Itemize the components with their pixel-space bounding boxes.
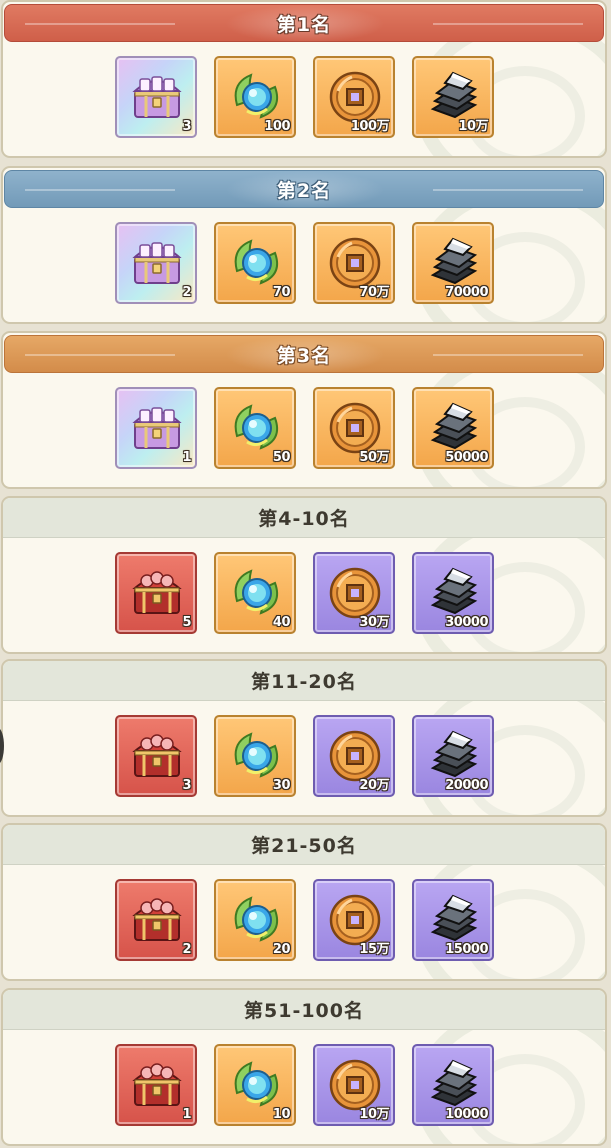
- reward-quantity: 70: [272, 285, 291, 300]
- reward-items-row: 5 40 30万 30000: [115, 552, 494, 634]
- reward-item-slot[interactable]: 20: [214, 879, 296, 961]
- tier-title: 第21-50名: [251, 835, 357, 857]
- reward-quantity: 10万: [359, 1107, 389, 1122]
- reward-item-slot[interactable]: 1: [115, 387, 197, 469]
- reward-item-slot[interactable]: 100: [214, 56, 296, 138]
- reward-item-slot[interactable]: 10: [214, 1044, 296, 1126]
- reward-item-slot[interactable]: 20万: [313, 715, 395, 797]
- tier-banner: 第51-100名: [3, 990, 605, 1030]
- reward-item-slot[interactable]: 10000: [412, 1044, 494, 1126]
- reward-quantity: 2: [182, 285, 191, 300]
- tier-title: 第51-100名: [244, 1000, 364, 1022]
- reward-quantity: 50: [272, 450, 291, 465]
- reward-items-row: 1 50 50万 50000: [115, 387, 494, 469]
- reward-quantity: 50万: [359, 450, 389, 465]
- reward-tier-card: 第1名 3 100 100万 10万: [1, 0, 607, 158]
- tier-title: 第1名: [276, 13, 332, 36]
- reward-quantity: 50000: [445, 450, 488, 465]
- banner-ornament-line: [433, 23, 583, 25]
- tier-banner: 第3名: [4, 335, 604, 374]
- reward-tier-card: 第11-20名 3 30 20万 20000: [1, 659, 607, 817]
- reward-item-slot[interactable]: 70: [214, 222, 296, 304]
- reward-item-slot[interactable]: 20000: [412, 715, 494, 797]
- reward-item-slot[interactable]: 40: [214, 552, 296, 634]
- banner-ornament-line: [25, 23, 175, 25]
- reward-quantity: 40: [272, 615, 291, 630]
- reward-quantity: 20000: [445, 778, 488, 793]
- reward-item-slot[interactable]: 10万: [313, 1044, 395, 1126]
- reward-tier-card: 第21-50名 2 20 15万 15000: [1, 823, 607, 981]
- reward-item-slot[interactable]: 50万: [313, 387, 395, 469]
- reward-quantity: 5: [182, 615, 191, 630]
- reward-item-slot[interactable]: 100万: [313, 56, 395, 138]
- tier-title: 第2名: [276, 179, 332, 202]
- tier-title: 第3名: [276, 344, 332, 367]
- reward-item-slot[interactable]: 70000: [412, 222, 494, 304]
- reward-quantity: 10万: [458, 119, 488, 134]
- reward-quantity: 10000: [445, 1107, 488, 1122]
- reward-quantity: 15万: [359, 942, 389, 957]
- reward-item-slot[interactable]: 3: [115, 56, 197, 138]
- tier-banner: 第4-10名: [3, 498, 605, 538]
- reward-quantity: 20万: [359, 778, 389, 793]
- reward-items-row: 2 70 70万 70000: [115, 222, 494, 304]
- reward-item-slot[interactable]: 5: [115, 552, 197, 634]
- banner-ornament-line: [433, 354, 583, 356]
- reward-tier-card: 第51-100名 1 10 10万 10000: [1, 988, 607, 1146]
- reward-item-slot[interactable]: 1: [115, 1044, 197, 1126]
- reward-item-slot[interactable]: 30: [214, 715, 296, 797]
- reward-item-slot[interactable]: 50000: [412, 387, 494, 469]
- reward-tier-card: 第3名 1 50 50万 50000: [1, 331, 607, 489]
- reward-quantity: 1: [182, 1107, 191, 1122]
- reward-quantity: 70万: [359, 285, 389, 300]
- tier-title: 第4-10名: [258, 508, 350, 530]
- reward-quantity: 100万: [350, 119, 390, 134]
- reward-item-slot[interactable]: 15万: [313, 879, 395, 961]
- reward-quantity: 100: [264, 119, 290, 134]
- reward-item-slot[interactable]: 2: [115, 222, 197, 304]
- banner-ornament-line: [25, 354, 175, 356]
- reward-quantity: 3: [182, 119, 191, 134]
- reward-quantity: 1: [182, 450, 191, 465]
- reward-item-slot[interactable]: 15000: [412, 879, 494, 961]
- reward-quantity: 20: [272, 942, 291, 957]
- reward-quantity: 3: [182, 778, 191, 793]
- reward-item-slot[interactable]: 30000: [412, 552, 494, 634]
- reward-item-slot[interactable]: 30万: [313, 552, 395, 634]
- reward-quantity: 30万: [359, 615, 389, 630]
- reward-item-slot[interactable]: 50: [214, 387, 296, 469]
- reward-item-slot[interactable]: 70万: [313, 222, 395, 304]
- reward-quantity: 10: [272, 1107, 291, 1122]
- tier-banner: 第1名: [4, 4, 604, 43]
- reward-tier-card: 第4-10名 5 40 30万 30000: [1, 496, 607, 654]
- tier-title: 第11-20名: [251, 671, 357, 693]
- reward-items-row: 2 20 15万 15000: [115, 879, 494, 961]
- reward-quantity: 70000: [445, 285, 488, 300]
- tier-banner: 第2名: [4, 170, 604, 209]
- reward-quantity: 30: [272, 778, 291, 793]
- tier-banner: 第11-20名: [3, 661, 605, 701]
- reward-item-slot[interactable]: 2: [115, 879, 197, 961]
- reward-items-row: 1 10 10万 10000: [115, 1044, 494, 1126]
- rank-reward-list: 第1名 3 100 100万 10万 第2名 2 70 70万 70000 第3…: [0, 0, 611, 1148]
- reward-quantity: 2: [182, 942, 191, 957]
- reward-quantity: 15000: [445, 942, 488, 957]
- tier-banner: 第21-50名: [3, 825, 605, 865]
- reward-quantity: 30000: [445, 615, 488, 630]
- reward-item-slot[interactable]: 10万: [412, 56, 494, 138]
- reward-items-row: 3 100 100万 10万: [115, 56, 494, 138]
- reward-items-row: 3 30 20万 20000: [115, 715, 494, 797]
- reward-item-slot[interactable]: 3: [115, 715, 197, 797]
- reward-tier-card: 第2名 2 70 70万 70000: [1, 166, 607, 324]
- banner-ornament-line: [25, 189, 175, 191]
- banner-ornament-line: [433, 189, 583, 191]
